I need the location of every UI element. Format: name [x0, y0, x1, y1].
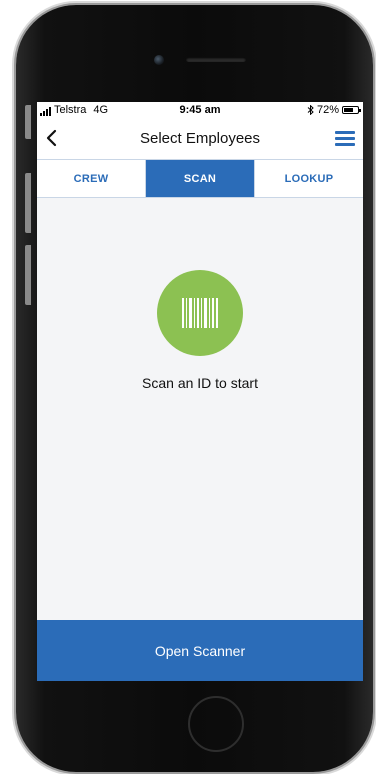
barcode-icon [182, 298, 218, 328]
tab-crew[interactable]: CREW [37, 160, 145, 197]
battery-percent: 72% [316, 104, 339, 116]
volume-down-button [25, 245, 31, 305]
tab-bar: CREW SCAN LOOKUP [37, 159, 363, 198]
battery-icon [342, 106, 361, 114]
bluetooth-icon [307, 105, 314, 115]
scan-prompt-text: Scan an ID to start [142, 375, 258, 391]
open-scanner-button[interactable]: Open Scanner [37, 620, 363, 681]
navigation-bar: Select Employees [37, 118, 363, 159]
scan-badge [157, 270, 243, 356]
mute-switch [25, 105, 31, 139]
battery-fill [344, 108, 354, 112]
status-right: 72% [307, 104, 361, 116]
tab-lookup[interactable]: LOOKUP [254, 160, 363, 197]
home-button[interactable] [188, 696, 244, 752]
volume-up-button [25, 173, 31, 233]
status-bar: Telstra 4G 9:45 am 72% [37, 102, 363, 118]
app-screen: Telstra 4G 9:45 am 72% Select Employees … [37, 102, 363, 681]
tab-scan[interactable]: SCAN [145, 160, 254, 197]
hamburger-menu-icon[interactable] [335, 131, 355, 147]
earpiece-speaker [186, 57, 246, 62]
front-camera [154, 55, 164, 65]
page-title: Select Employees [139, 130, 261, 147]
